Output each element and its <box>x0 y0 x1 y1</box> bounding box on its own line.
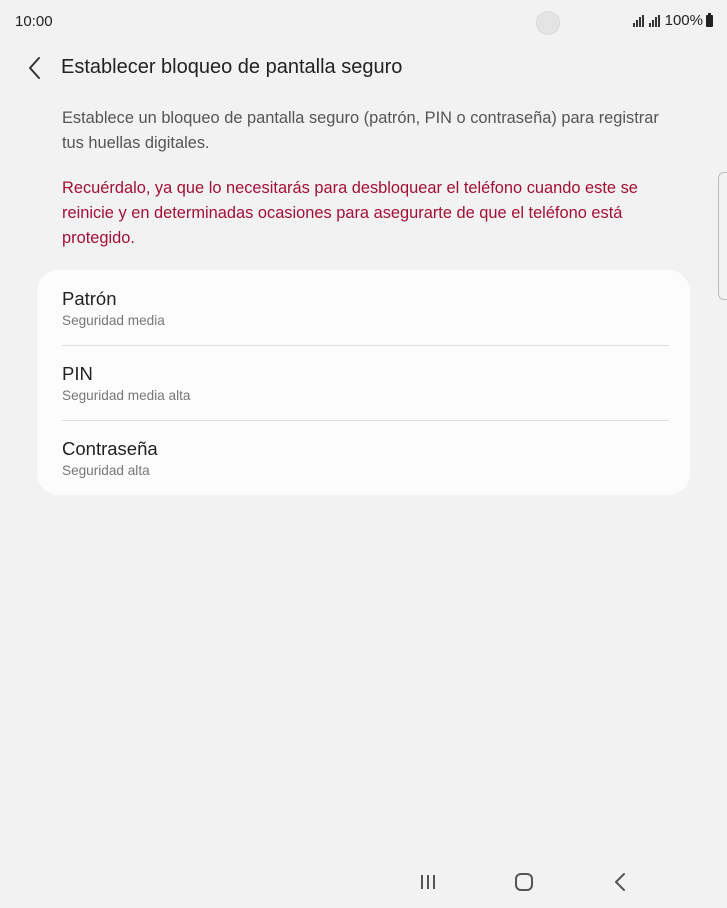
option-title: Contraseña <box>62 438 158 459</box>
battery-icon <box>706 12 713 27</box>
option-pin[interactable]: PIN Seguridad media alta <box>37 345 690 420</box>
home-button[interactable] <box>509 868 539 896</box>
signal-icon <box>632 14 645 27</box>
recent-apps-button[interactable] <box>413 868 443 896</box>
chevron-left-icon <box>29 57 40 79</box>
camera-cutout <box>536 11 560 35</box>
status-bar: 10:00 100% <box>0 0 727 44</box>
navigation-bar <box>0 854 727 908</box>
option-title: PIN <box>62 363 93 384</box>
status-indicators: 100% <box>632 12 713 29</box>
recent-apps-icon <box>421 875 435 889</box>
back-button[interactable] <box>22 54 48 82</box>
intro-description: Establece un bloqueo de pantalla seguro … <box>62 109 659 152</box>
status-time: 10:00 <box>15 13 53 30</box>
nav-back-button[interactable] <box>605 868 635 896</box>
back-icon <box>615 873 625 891</box>
option-subtitle: Seguridad media <box>62 313 165 328</box>
lock-options-card: Patrón Seguridad media PIN Seguridad med… <box>37 270 690 495</box>
home-icon <box>515 873 533 891</box>
page-title: Establecer bloqueo de pantalla seguro <box>61 56 403 78</box>
warning-description: Recuérdalo, ya que lo necesitarás para d… <box>62 179 638 247</box>
battery-percentage: 100% <box>664 12 703 29</box>
option-pattern[interactable]: Patrón Seguridad media <box>37 270 690 345</box>
edge-panel-handle[interactable] <box>718 172 727 300</box>
signal-icon <box>648 14 661 27</box>
option-subtitle: Seguridad media alta <box>62 388 191 403</box>
option-title: Patrón <box>62 288 117 309</box>
option-password[interactable]: Contraseña Seguridad alta <box>37 420 690 495</box>
app-header: Establecer bloqueo de pantalla seguro <box>0 52 727 84</box>
option-subtitle: Seguridad alta <box>62 463 150 478</box>
